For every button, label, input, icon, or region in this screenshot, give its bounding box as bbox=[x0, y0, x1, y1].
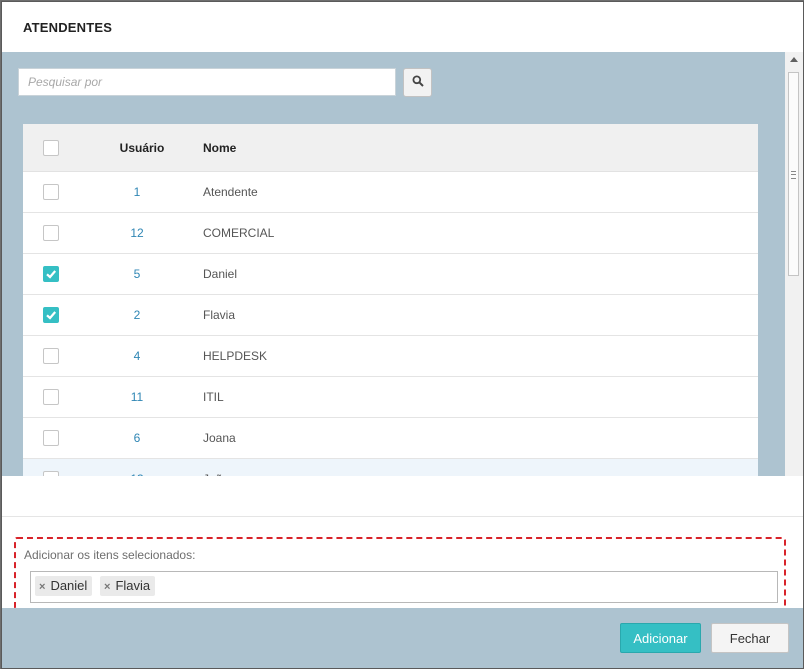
table-body: 1 Atendente 12 COMERCIAL 5 Daniel 2 Flavia 4 HELP… bbox=[23, 172, 758, 476]
cell-user[interactable]: 5 bbox=[119, 267, 155, 281]
selected-items-panel: Adicionar os itens selecionados: × Daniel… bbox=[14, 537, 786, 610]
results-list-area: Usuário Nome 1 Atendente 12 COMERCIAL 5 Danie… bbox=[2, 112, 785, 476]
table-row[interactable]: 5 Daniel bbox=[23, 254, 758, 295]
table-row[interactable]: 6 Joana bbox=[23, 418, 758, 459]
row-checkbox[interactable] bbox=[43, 225, 59, 241]
cell-name: João bbox=[203, 472, 229, 476]
scrollbar[interactable] bbox=[785, 52, 803, 476]
row-checkbox[interactable] bbox=[43, 266, 59, 282]
close-button[interactable]: Fechar bbox=[711, 623, 789, 653]
scrollbar-thumb[interactable] bbox=[788, 72, 799, 276]
remove-tag-icon[interactable]: × bbox=[39, 577, 45, 597]
cell-name: Flavia bbox=[203, 308, 236, 322]
column-header-user[interactable]: Usuário bbox=[119, 141, 165, 155]
cell-user[interactable]: 1 bbox=[119, 185, 155, 199]
dialog-title: ATENDENTES bbox=[23, 20, 113, 35]
add-button[interactable]: Adicionar bbox=[620, 623, 701, 653]
cell-name: ITIL bbox=[203, 390, 224, 404]
table-header: Usuário Nome bbox=[23, 124, 758, 172]
search-bar bbox=[2, 52, 785, 112]
remove-tag-icon[interactable]: × bbox=[104, 577, 110, 597]
row-checkbox[interactable] bbox=[43, 389, 59, 405]
attendants-table: Usuário Nome 1 Atendente 12 COMERCIAL 5 Danie… bbox=[23, 124, 758, 476]
search-icon bbox=[412, 74, 424, 92]
checkmark-icon bbox=[46, 311, 57, 320]
table-row[interactable]: 12 COMERCIAL bbox=[23, 213, 758, 254]
cell-name: Atendente bbox=[203, 185, 258, 199]
selected-items-label: Adicionar os itens selecionados: bbox=[24, 548, 196, 562]
cell-name: Daniel bbox=[203, 267, 238, 281]
cell-user[interactable]: 2 bbox=[119, 308, 155, 322]
selected-tag-label: Flavia bbox=[115, 578, 151, 593]
cell-user[interactable]: 13 bbox=[119, 472, 155, 476]
cell-name: HELPDESK bbox=[203, 349, 268, 363]
divider bbox=[2, 516, 803, 517]
select-all-checkbox[interactable] bbox=[43, 140, 59, 156]
table-row[interactable]: 1 Atendente bbox=[23, 172, 758, 213]
table-row[interactable]: 13 João bbox=[23, 459, 758, 476]
row-checkbox[interactable] bbox=[43, 348, 59, 364]
cell-name: Joana bbox=[203, 431, 236, 445]
table-row[interactable]: 2 Flavia bbox=[23, 295, 758, 336]
scroll-up-arrow-icon[interactable] bbox=[790, 57, 798, 62]
cell-user[interactable]: 11 bbox=[119, 390, 155, 404]
cell-user[interactable]: 12 bbox=[119, 226, 155, 240]
grip-icon bbox=[791, 171, 796, 179]
selected-tag: × Flavia bbox=[100, 576, 156, 597]
selected-tag: × Daniel bbox=[35, 576, 93, 597]
selected-tag-label: Daniel bbox=[50, 578, 88, 593]
search-input[interactable] bbox=[18, 68, 396, 96]
row-checkbox[interactable] bbox=[43, 307, 59, 323]
row-checkbox[interactable] bbox=[43, 430, 59, 446]
dialog-footer: Adicionar Fechar bbox=[2, 608, 803, 668]
table-row[interactable]: 4 HELPDESK bbox=[23, 336, 758, 377]
attendants-dialog: ATENDENTES Usuário Nome 1 Atendente 12 COME… bbox=[1, 1, 804, 669]
row-checkbox[interactable] bbox=[43, 184, 59, 200]
checkmark-icon bbox=[46, 270, 57, 279]
cell-user[interactable]: 4 bbox=[119, 349, 155, 363]
selected-tags-field[interactable]: × Daniel × Flavia bbox=[30, 571, 778, 603]
cell-user[interactable]: 6 bbox=[119, 431, 155, 445]
row-checkbox[interactable] bbox=[43, 471, 59, 476]
table-row[interactable]: 11 ITIL bbox=[23, 377, 758, 418]
search-button[interactable] bbox=[403, 68, 432, 97]
cell-name: COMERCIAL bbox=[203, 226, 275, 240]
column-header-name[interactable]: Nome bbox=[203, 141, 236, 155]
